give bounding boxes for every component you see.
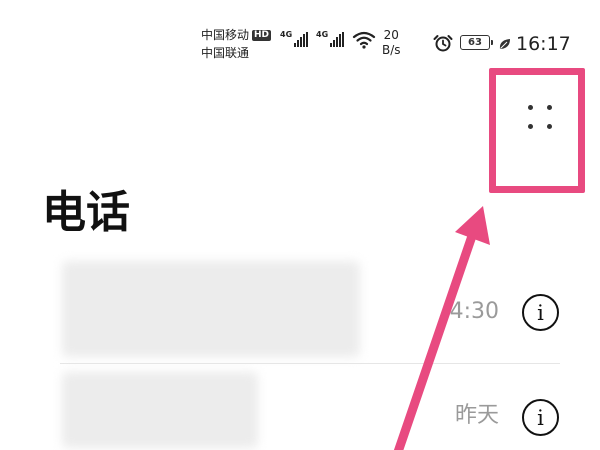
alarm-icon xyxy=(433,35,453,52)
call-log-item[interactable]: 昨天 i xyxy=(60,368,560,450)
carrier-primary: 中国移动 xyxy=(201,28,250,42)
network-indicator-2: 4G xyxy=(316,30,345,47)
status-time: 16:17 xyxy=(516,33,571,55)
carrier-row-primary: 中国移动 HD xyxy=(201,26,272,44)
carrier-info: 中国移动 HD 中国联通 xyxy=(201,26,272,62)
signal-icon xyxy=(330,32,345,47)
network-indicator-1: 4G xyxy=(280,30,309,47)
info-button[interactable]: i xyxy=(522,294,559,331)
more-options-icon xyxy=(528,105,533,110)
hd-badge: HD xyxy=(252,29,272,41)
more-options-button[interactable] xyxy=(496,75,578,186)
call-time: 4:30 xyxy=(449,299,499,324)
wifi-icon xyxy=(352,31,376,49)
more-options-icon xyxy=(528,124,533,129)
signal-icon xyxy=(294,32,309,47)
more-options-icon xyxy=(547,105,552,110)
leaf-icon xyxy=(499,39,510,49)
page-title: 电话 xyxy=(42,187,130,238)
network-speed: 20 B/s xyxy=(382,28,401,58)
speed-unit: B/s xyxy=(382,43,401,57)
network-type-1: 4G xyxy=(280,30,293,39)
network-type-2: 4G xyxy=(316,30,329,39)
battery-level: 63 xyxy=(468,36,482,48)
speed-value: 20 xyxy=(383,28,399,42)
carrier-secondary: 中国联通 xyxy=(201,46,250,60)
battery-icon: 63 xyxy=(460,35,493,50)
more-options-icon xyxy=(547,124,552,129)
call-time: 昨天 xyxy=(454,403,499,428)
more-options-highlight xyxy=(489,68,585,193)
contact-name-redacted xyxy=(62,372,258,448)
info-button[interactable]: i xyxy=(522,399,559,436)
contact-name-redacted xyxy=(62,261,360,357)
call-log-item[interactable]: 4:30 i xyxy=(60,255,560,364)
carrier-row-secondary: 中国联通 xyxy=(201,44,271,62)
